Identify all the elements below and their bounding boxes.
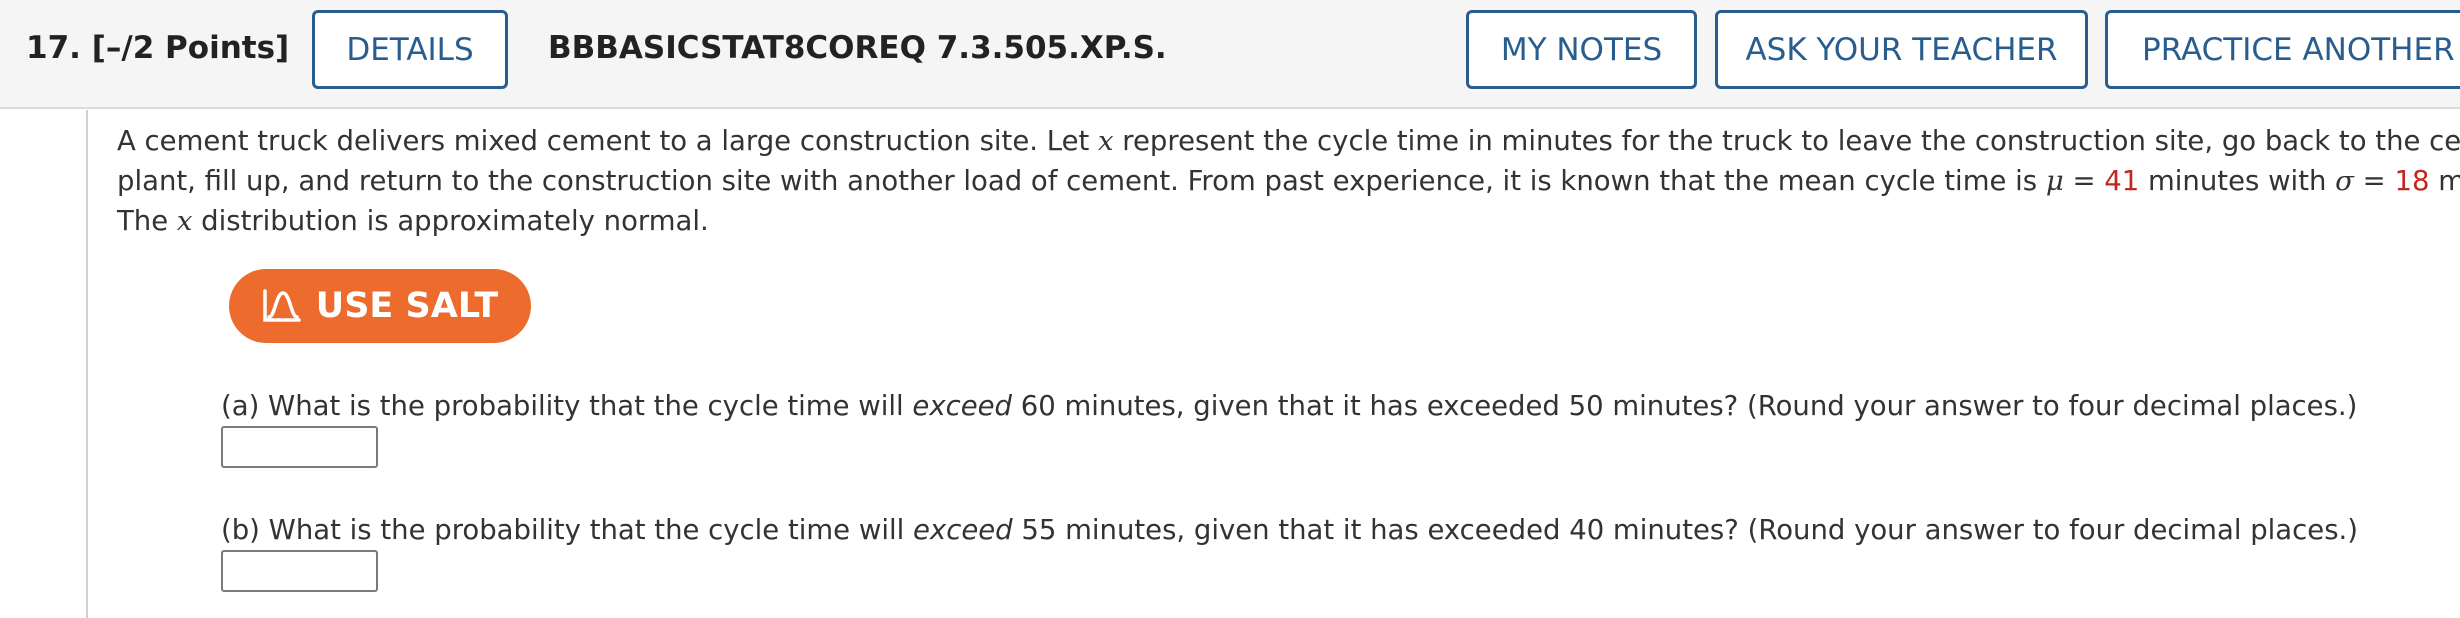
part-a-text: (a) What is the probability that the cyc… [221, 390, 913, 422]
problem-text: plant, fill up, and return to the constr… [117, 165, 2046, 197]
problem-text: The [117, 205, 177, 237]
part-b-text: (b) What is the probability that the cyc… [221, 514, 913, 546]
std-dev-value: 18 [2394, 165, 2430, 197]
ask-your-teacher-button[interactable]: ASK YOUR TEACHER [1715, 10, 2088, 89]
problem-text: represent the cycle time in minutes for … [1113, 125, 2460, 157]
problem-line-3: The x distribution is approximately norm… [117, 201, 2460, 241]
problem-text: minutes. [2438, 165, 2460, 197]
question-code: BBBASICSTAT8COREQ 7.3.505.XP.S. [548, 30, 1167, 66]
problem-line-1: A cement truck delivers mixed cement to … [117, 121, 2460, 161]
equals-sign: = [2353, 165, 2395, 197]
part-b-answer-input[interactable] [221, 550, 378, 592]
equals-sign: = [2063, 165, 2105, 197]
part-a-text: 60 minutes, given that it has exceeded 5… [1012, 390, 2358, 422]
part-b-question: (b) What is the probability that the cyc… [221, 514, 2358, 546]
my-notes-button[interactable]: MY NOTES [1466, 10, 1697, 89]
problem-text: distribution is approximately normal. [192, 205, 709, 237]
part-a-question: (a) What is the probability that the cyc… [221, 390, 2357, 422]
question-header: 17. [–/2 Points] DETAILS BBBASICSTAT8COR… [0, 0, 2460, 109]
use-salt-label: USE SALT [315, 286, 499, 326]
part-a-emphasis: exceed [912, 390, 1013, 422]
variable-x: x [1098, 125, 1114, 157]
salt-distribution-icon [262, 287, 302, 325]
sigma-symbol: σ [2335, 165, 2354, 197]
mean-value: 41 [2104, 165, 2140, 197]
part-a-answer-input[interactable] [221, 426, 378, 468]
part-b-emphasis: exceed [913, 514, 1013, 546]
left-divider [86, 110, 88, 618]
variable-x: x [176, 205, 193, 237]
part-b-text: 55 minutes, given that it has exceeded 4… [1012, 514, 2358, 546]
use-salt-button[interactable]: USE SALT [229, 269, 531, 343]
problem-text: A cement truck delivers mixed cement to … [117, 125, 1099, 157]
problem-line-2: plant, fill up, and return to the constr… [117, 161, 2460, 201]
question-page: 17. [–/2 Points] DETAILS BBBASICSTAT8COR… [0, 0, 2460, 618]
question-number-points: 17. [–/2 Points] [26, 30, 290, 66]
practice-another-button[interactable]: PRACTICE ANOTHER [2105, 10, 2460, 89]
problem-statement: A cement truck delivers mixed cement to … [117, 121, 2460, 241]
problem-text: minutes with [2139, 165, 2336, 197]
mu-symbol: μ [2045, 165, 2064, 197]
details-button[interactable]: DETAILS [312, 10, 508, 89]
